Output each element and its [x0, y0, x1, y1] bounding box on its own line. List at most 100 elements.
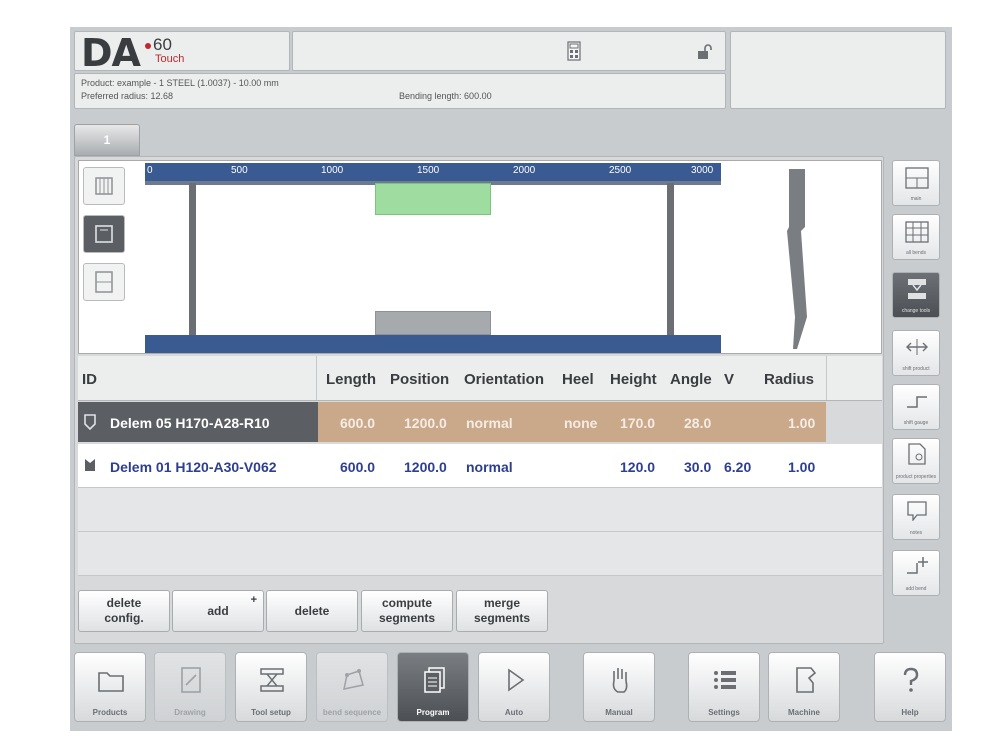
- tool-angle: 30.0: [684, 459, 712, 475]
- nav-auto[interactable]: Auto: [478, 652, 550, 722]
- logo-model: 60: [153, 35, 172, 54]
- col-angle[interactable]: Angle: [670, 371, 712, 388]
- table-row[interactable]: Delem 01 H120-A30-V062 600.0 1200.0 norm…: [78, 444, 882, 488]
- col-heel[interactable]: Heel: [562, 371, 594, 388]
- length-ruler: 0 500 1000 1500 2000 2500 3000: [145, 163, 721, 181]
- upper-tool-icon: [84, 414, 96, 430]
- side-shift-product-button[interactable]: shift product: [892, 330, 940, 376]
- side-button-label: main: [910, 196, 922, 202]
- nav-drawing[interactable]: Drawing: [154, 652, 226, 722]
- col-position[interactable]: Position: [390, 371, 449, 388]
- tool-orientation: normal: [466, 459, 513, 475]
- logo-dot: [145, 43, 151, 49]
- tools-table-header: ID Length Position Orientation Heel Heig…: [78, 356, 882, 401]
- button-label: config.: [104, 611, 144, 625]
- view-front-button[interactable]: [83, 167, 125, 205]
- tool-id: Delem 01 H120-A30-V062: [110, 459, 277, 475]
- tool-id: Delem 05 H170-A28-R10: [110, 415, 270, 431]
- compute-segments-button[interactable]: compute segments: [361, 590, 453, 632]
- add-bend-icon: [907, 557, 928, 574]
- col-length[interactable]: Length: [326, 371, 376, 388]
- merge-segments-button[interactable]: merge segments: [456, 590, 548, 632]
- grid-icon: [905, 221, 929, 243]
- tab-1[interactable]: 1: [74, 124, 140, 156]
- side-button-label: product properties: [895, 474, 937, 480]
- nav-program[interactable]: Program: [397, 652, 469, 722]
- tool-length: 600.0: [340, 415, 376, 431]
- tool-angle: 28.0: [684, 415, 712, 431]
- tool-setup-viewer: 0 500 1000 1500 2000 2500 3000: [78, 160, 882, 354]
- side-change-tools-button[interactable]: change tools: [892, 272, 940, 318]
- unlock-icon[interactable]: [697, 44, 713, 60]
- tool-v: 6.20: [724, 459, 752, 475]
- step-icon: [907, 396, 927, 408]
- nav-label: Settings: [708, 708, 740, 717]
- nav-help[interactable]: Help: [874, 652, 946, 722]
- ruler-tick: 2000: [513, 165, 536, 176]
- tool-change-icon: [908, 279, 926, 299]
- shift-icon: [906, 339, 928, 355]
- add-plus-icon: +: [250, 594, 257, 606]
- side-product-properties-button[interactable]: product properties: [892, 438, 940, 484]
- side-all-bends-button[interactable]: all bends: [892, 214, 940, 260]
- nav-machine[interactable]: Machine: [768, 652, 840, 722]
- col-orientation[interactable]: Orientation: [464, 371, 544, 388]
- button-label: delete: [294, 603, 330, 618]
- nav-label: Manual: [605, 708, 633, 717]
- logo-brand: DA: [81, 31, 141, 75]
- left-column: [189, 183, 196, 335]
- col-radius[interactable]: Radius: [764, 371, 814, 388]
- delete-button[interactable]: delete: [266, 590, 358, 632]
- bending-length: Bending length: 600.00: [399, 91, 492, 101]
- calculator-icon[interactable]: [567, 41, 581, 61]
- sequence-icon: [343, 669, 364, 690]
- col-height[interactable]: Height: [610, 371, 657, 388]
- ruler-tick: 1000: [321, 165, 344, 176]
- button-label: compute: [381, 596, 432, 610]
- tool-setup-icon: [260, 668, 284, 692]
- add-button[interactable]: add +: [172, 590, 264, 632]
- pencil-icon: [181, 667, 201, 693]
- nav-label: Help: [901, 708, 919, 717]
- side-button-label: shift product: [902, 366, 930, 372]
- side-button-label: notes: [909, 530, 923, 536]
- button-label: delete: [106, 596, 142, 610]
- col-id[interactable]: ID: [82, 371, 97, 388]
- preferred-radius: Preferred radius: 12.68: [81, 91, 174, 101]
- tool-position: 1200.0: [404, 459, 447, 475]
- side-main-button[interactable]: main: [892, 160, 940, 206]
- tool-radius: 1.00: [788, 459, 816, 475]
- tool-height: 170.0: [620, 415, 656, 431]
- nav-products[interactable]: Products: [74, 652, 146, 722]
- tool-position: 1200.0: [404, 415, 447, 431]
- nav-bend-sequence[interactable]: bend sequence: [316, 652, 388, 722]
- tool-orientation: normal: [466, 415, 513, 431]
- header-status-panel: [292, 31, 726, 71]
- nav-manual[interactable]: Manual: [583, 652, 655, 722]
- side-button-label: shift gauge: [903, 420, 929, 426]
- upper-tool-punch[interactable]: [375, 183, 491, 215]
- view-3d-button[interactable]: [83, 215, 125, 253]
- side-toolbar: main all bends change tools shift produc…: [890, 160, 942, 602]
- col-divider: [316, 356, 317, 400]
- pages-icon: [424, 667, 445, 693]
- delete-config-button[interactable]: delete config.: [78, 590, 170, 632]
- nav-settings[interactable]: Settings: [688, 652, 760, 722]
- logo-edition: Touch: [155, 53, 185, 65]
- product-info-bar: Product: example - 1 STEEL (1.0037) - 10…: [74, 73, 726, 109]
- side-add-bend-button[interactable]: add bend: [892, 550, 940, 596]
- lower-tool-die[interactable]: [375, 311, 491, 335]
- side-notes-button[interactable]: notes: [892, 494, 940, 540]
- table-row[interactable]: Delem 05 H170-A28-R10 600.0 1200.0 norma…: [78, 402, 826, 442]
- nav-label: Auto: [504, 708, 524, 717]
- col-divider: [826, 356, 827, 400]
- nav-tool-setup[interactable]: Tool setup: [235, 652, 307, 722]
- header-right-panel: [730, 31, 946, 109]
- button-label: add: [207, 603, 229, 618]
- tool-height: 120.0: [620, 459, 656, 475]
- view-side-button[interactable]: [83, 263, 125, 301]
- layout-icon: [905, 167, 929, 189]
- side-shift-gauge-button[interactable]: shift gauge: [892, 384, 940, 430]
- hand-icon: [612, 668, 628, 693]
- col-v[interactable]: V: [724, 371, 734, 388]
